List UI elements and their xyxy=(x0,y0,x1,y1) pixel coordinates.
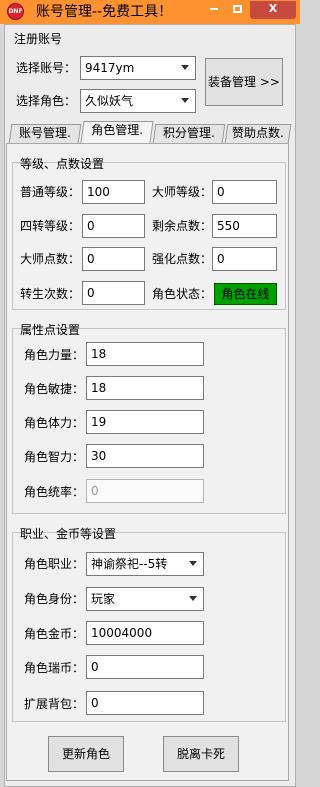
gold-label: 角色金币： xyxy=(24,627,85,641)
window-title: 账号管理--免费工具！ xyxy=(36,4,173,20)
attr-section-title: 属性点设置 xyxy=(20,323,81,337)
account-select[interactable]: 9417ym xyxy=(80,56,196,80)
maximize-icon xyxy=(232,5,242,13)
strength-field[interactable]: 18 xyxy=(86,342,204,366)
intellect-label: 角色智力： xyxy=(24,450,85,464)
role-label: 选择角色： xyxy=(16,94,77,108)
gold-field[interactable]: 10004000 xyxy=(86,621,204,645)
close-button[interactable]: X xyxy=(250,1,296,19)
chevron-down-icon xyxy=(189,561,197,566)
level-section-title: 等级、点数设置 xyxy=(20,157,105,171)
master-level-field[interactable]: 0 xyxy=(212,180,277,204)
job-select[interactable]: 神谕祭祀--5转 xyxy=(86,552,204,576)
tab-points-label: 积分管理. xyxy=(163,126,215,140)
job-section-title: 职业、金币等设置 xyxy=(20,527,117,541)
account-select-value: 9417ym xyxy=(85,61,135,75)
role-select[interactable]: 久似妖气 xyxy=(80,89,196,113)
update-role-button[interactable]: 更新角色 xyxy=(48,736,124,772)
agility-label: 角色敏捷： xyxy=(24,382,85,396)
rui-coin-field[interactable]: 0 xyxy=(86,655,204,679)
rebirth-count-field[interactable]: 0 xyxy=(82,281,145,305)
fourth-level-label: 四转等级： xyxy=(20,219,81,233)
account-label: 选择账号： xyxy=(16,61,77,75)
minimize-icon xyxy=(210,8,218,10)
tab-role[interactable]: 角色管理. xyxy=(80,121,154,143)
minimize-button[interactable] xyxy=(202,1,226,19)
identity-label: 角色身份： xyxy=(24,592,85,606)
tab-strip: 账号管理. 角色管理. 积分管理. 赞助点数. xyxy=(8,121,292,143)
tab-account[interactable]: 账号管理. xyxy=(8,124,82,143)
identity-select[interactable]: 玩家 xyxy=(86,587,204,611)
agility-field[interactable]: 18 xyxy=(86,376,204,400)
stamina-label: 角色体力： xyxy=(24,416,85,430)
rebirth-label: 转生次数： xyxy=(20,287,81,301)
title-bar[interactable]: DNF 账号管理--免费工具！ X xyxy=(0,0,300,24)
job-label: 角色职业： xyxy=(24,557,85,571)
command-field: 0 xyxy=(86,479,204,503)
intellect-field[interactable]: 30 xyxy=(86,444,204,468)
equip-manage-button[interactable]: 装备管理 >> xyxy=(205,58,283,106)
bag-label: 扩展背包： xyxy=(24,697,85,711)
register-section-title: 注册账号 xyxy=(14,32,63,46)
maximize-button[interactable] xyxy=(225,1,249,19)
job-select-value: 神谕祭祀--5转 xyxy=(91,557,168,571)
master-points-label: 大师点数： xyxy=(20,252,81,266)
tab-points[interactable]: 积分管理. xyxy=(152,124,226,143)
chevron-down-icon xyxy=(189,596,197,601)
remaining-points-label: 剩余点数： xyxy=(152,219,213,233)
close-icon: X xyxy=(268,2,278,15)
chevron-down-icon xyxy=(181,65,189,70)
app-logo-icon: DNF xyxy=(7,3,24,20)
command-label: 角色统率： xyxy=(24,485,85,499)
tab-role-label: 角色管理. xyxy=(91,123,144,137)
remaining-points-field[interactable]: 550 xyxy=(212,214,277,238)
master-level-label: 大师等级： xyxy=(152,185,213,199)
normal-level-label: 普通等级： xyxy=(20,185,81,199)
role-status-label: 角色状态： xyxy=(152,287,213,301)
normal-level-field[interactable]: 100 xyxy=(82,180,145,204)
master-points-field[interactable]: 0 xyxy=(82,247,145,271)
enhance-points-field[interactable]: 0 xyxy=(212,247,277,271)
tab-sponsor-label: 赞助点数. xyxy=(232,126,284,140)
stamina-field[interactable]: 19 xyxy=(86,410,204,434)
strength-label: 角色力量： xyxy=(24,348,85,362)
fourth-level-field[interactable]: 0 xyxy=(82,214,145,238)
role-select-value: 久似妖气 xyxy=(85,94,134,108)
bag-field[interactable]: 0 xyxy=(86,691,204,715)
tab-account-label: 账号管理. xyxy=(19,126,71,140)
tab-sponsor[interactable]: 赞助点数. xyxy=(224,124,292,143)
role-status-badge: 角色在线 xyxy=(214,283,277,305)
rui-coin-label: 角色瑞币： xyxy=(24,661,85,675)
chevron-down-icon xyxy=(181,98,189,103)
enhance-points-label: 强化点数： xyxy=(152,252,213,266)
unstuck-button[interactable]: 脱离卡死 xyxy=(163,736,239,772)
identity-select-value: 玩家 xyxy=(91,592,116,606)
